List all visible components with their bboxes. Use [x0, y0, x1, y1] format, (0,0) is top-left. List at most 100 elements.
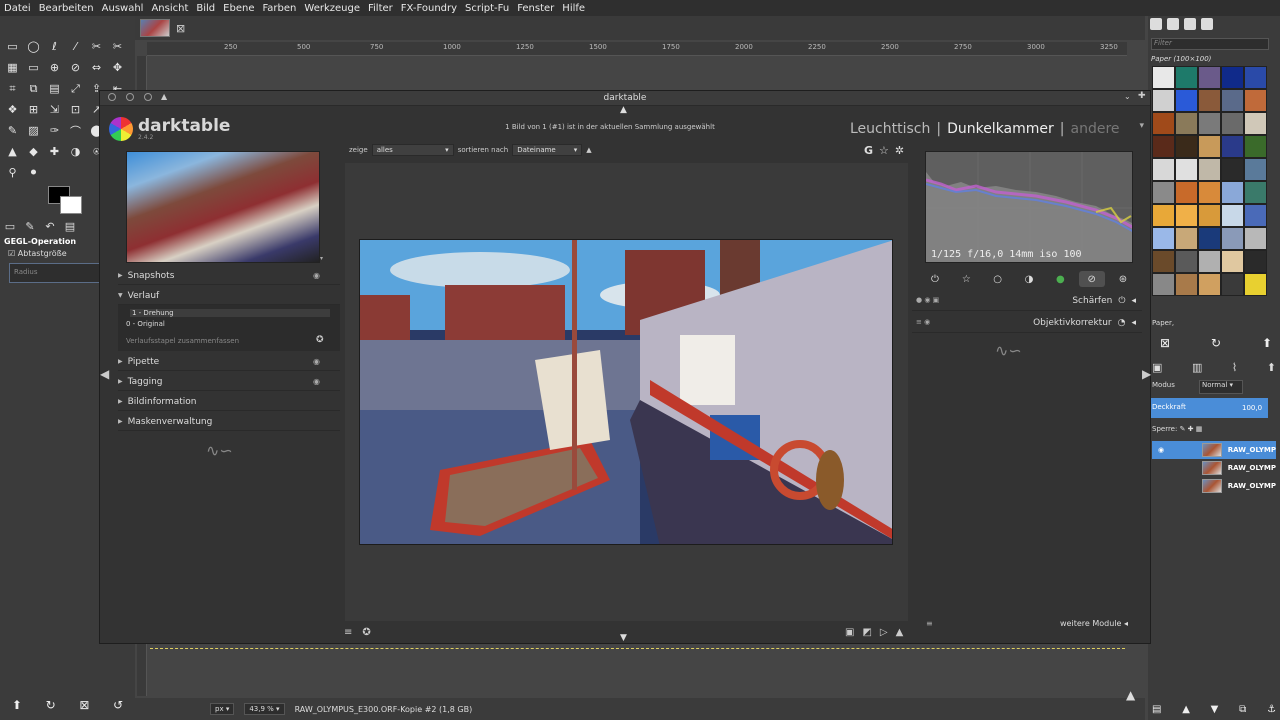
pattern-swatch[interactable] — [1221, 158, 1244, 181]
pattern-swatch[interactable] — [1198, 89, 1221, 112]
pattern-swatch[interactable] — [1175, 66, 1198, 89]
zoom-select[interactable]: 43,9 % ▾ — [244, 703, 285, 715]
sample-merged-checkbox[interactable]: ☑ Abtastgröße — [8, 249, 67, 258]
close-image-tab-icon[interactable]: ⊠ — [176, 22, 185, 35]
tool-button[interactable]: ⊘ — [65, 57, 86, 78]
pattern-swatch[interactable] — [1198, 112, 1221, 135]
channels-tab-icon[interactable]: ▥ — [1192, 361, 1202, 374]
sort-order-icon[interactable]: ▲ — [586, 146, 591, 154]
histogram[interactable]: 1/125 f/16,0 14mm iso 100 — [925, 151, 1133, 263]
pattern-swatch[interactable] — [1198, 204, 1221, 227]
pattern-swatch[interactable] — [1221, 273, 1244, 296]
menu-bild[interactable]: Bild — [196, 3, 215, 14]
pattern-swatch[interactable] — [1152, 273, 1175, 296]
pattern-swatch[interactable] — [1221, 250, 1244, 273]
active-modules-icon[interactable]: ⏻ — [922, 271, 948, 287]
pattern-swatch[interactable] — [1221, 66, 1244, 89]
unit-select[interactable]: px ▾ — [210, 703, 235, 715]
pattern-swatch[interactable] — [1152, 66, 1175, 89]
pattern-swatch[interactable] — [1175, 158, 1198, 181]
menu-farben[interactable]: Farben — [262, 3, 296, 14]
tool-button[interactable]: ⊞ — [23, 99, 44, 120]
view-lighttable[interactable]: Leuchttisch — [850, 121, 930, 137]
pattern-swatch[interactable] — [1244, 227, 1267, 250]
tool-button[interactable]: ⇲ — [44, 99, 65, 120]
tool-button[interactable]: ✂ — [107, 36, 128, 57]
section-pipette[interactable]: ▶ Pipette ◉ — [118, 353, 340, 371]
layers-tab-icon[interactable]: ▣ — [1152, 361, 1162, 374]
pattern-swatch[interactable] — [1152, 250, 1175, 273]
lower-layer-icon[interactable]: ▼ — [1211, 704, 1219, 715]
menu-ansicht[interactable]: Ansicht — [151, 3, 188, 14]
tool-button[interactable]: ✥ — [107, 57, 128, 78]
navigate-icon[interactable]: ▲ — [1126, 688, 1135, 702]
pattern-swatch[interactable] — [1244, 135, 1267, 158]
left-panel-toggle-icon[interactable]: ◀ — [100, 367, 109, 381]
pattern-swatch[interactable] — [1244, 204, 1267, 227]
pattern-swatch[interactable] — [1221, 135, 1244, 158]
create-style-icon[interactable]: ✪ — [316, 335, 324, 345]
radius-input[interactable]: Radius — [9, 263, 103, 283]
reset-icon[interactable]: ◉ — [313, 377, 320, 386]
pattern-swatch[interactable] — [1175, 181, 1198, 204]
undo-tab-icon[interactable]: ⬆ — [1267, 361, 1276, 374]
patterns-tab-icon[interactable] — [1167, 18, 1179, 30]
tool-button[interactable]: ⚫ — [23, 162, 44, 183]
sort-select[interactable]: Dateiname ▾ — [512, 144, 583, 156]
pattern-swatch[interactable] — [1221, 112, 1244, 135]
tool-button[interactable]: ✂ — [86, 36, 107, 57]
paths-tab-icon[interactable]: ⌇ — [1232, 361, 1237, 374]
right-panel-toggle-icon[interactable]: ▶ — [1142, 367, 1151, 381]
delete-icon[interactable]: ⊠ — [79, 698, 89, 712]
module-expand-icon[interactable]: ◂ — [1131, 296, 1136, 306]
layer-row[interactable]: ◉ RAW_OLYMP — [1152, 441, 1276, 459]
pattern-swatch[interactable] — [1175, 273, 1198, 296]
pattern-swatch[interactable] — [1152, 135, 1175, 158]
pattern-swatch[interactable] — [1152, 227, 1175, 250]
background-color-swatch[interactable] — [60, 196, 82, 214]
tool-button[interactable]: ◯ — [23, 36, 44, 57]
tool-button[interactable]: ⁄ — [65, 36, 86, 57]
history-item[interactable]: 1 - Drehung — [130, 309, 330, 317]
softproof-icon[interactable]: ▷ — [880, 627, 888, 638]
menu-werkzeuge[interactable]: Werkzeuge — [304, 3, 360, 14]
pattern-swatch[interactable] — [1198, 250, 1221, 273]
pattern-swatch[interactable] — [1175, 204, 1198, 227]
bottom-panel-toggle-icon[interactable]: ▼ — [620, 633, 627, 643]
menu-ebene[interactable]: Ebene — [223, 3, 254, 14]
pattern-swatch[interactable] — [1198, 227, 1221, 250]
tool-button[interactable]: ⤢ — [65, 78, 86, 99]
pattern-swatch[interactable] — [1198, 181, 1221, 204]
section-mask-manager[interactable]: ▶ Maskenverwaltung — [118, 413, 340, 431]
module-power-icon[interactable]: ◔ — [1118, 318, 1126, 328]
pattern-swatch[interactable] — [1175, 89, 1198, 112]
pattern-swatch[interactable] — [1221, 227, 1244, 250]
menu-filter[interactable]: Filter — [368, 3, 393, 14]
section-image-info[interactable]: ▶ Bildinformation — [118, 393, 340, 411]
pattern-swatch[interactable] — [1175, 135, 1198, 158]
tool-options-tab-icon[interactable]: ▭ — [2, 220, 18, 233]
top-panel-toggle-icon[interactable]: ▲ — [620, 105, 627, 115]
module-expand-icon[interactable]: ◂ — [1131, 318, 1136, 328]
section-history[interactable]: ▼ Verlauf — [118, 287, 340, 305]
favorites-icon[interactable]: ☆ — [953, 271, 979, 287]
pattern-swatch[interactable] — [1221, 181, 1244, 204]
section-snapshots[interactable]: ▶ Snapshots ◉ — [118, 267, 340, 285]
pattern-swatch[interactable] — [1152, 204, 1175, 227]
module-multi-instance-icon[interactable]: ≡ ◉ — [916, 318, 930, 326]
tool-button[interactable]: ▦ — [2, 57, 23, 78]
reset-icon[interactable]: ↺ — [113, 698, 123, 712]
tool-button[interactable]: ⧉ — [23, 78, 44, 99]
images-tab-icon[interactable]: ▤ — [62, 220, 78, 233]
history-item[interactable]: 0 - Original — [126, 320, 165, 328]
view-dropdown-icon[interactable]: ▾ — [1140, 121, 1145, 137]
color-group-icon[interactable]: ● — [1047, 271, 1073, 287]
tool-button[interactable]: ▭ — [23, 57, 44, 78]
tool-button[interactable]: ▭ — [2, 36, 23, 57]
raise-layer-icon[interactable]: ▲ — [1182, 704, 1190, 715]
fonts-tab-icon[interactable] — [1184, 18, 1196, 30]
pattern-swatch[interactable] — [1175, 112, 1198, 135]
pattern-swatch[interactable] — [1152, 181, 1175, 204]
reset-icon[interactable]: ◉ — [313, 271, 320, 280]
tool-button[interactable]: ⚲ — [2, 162, 23, 183]
